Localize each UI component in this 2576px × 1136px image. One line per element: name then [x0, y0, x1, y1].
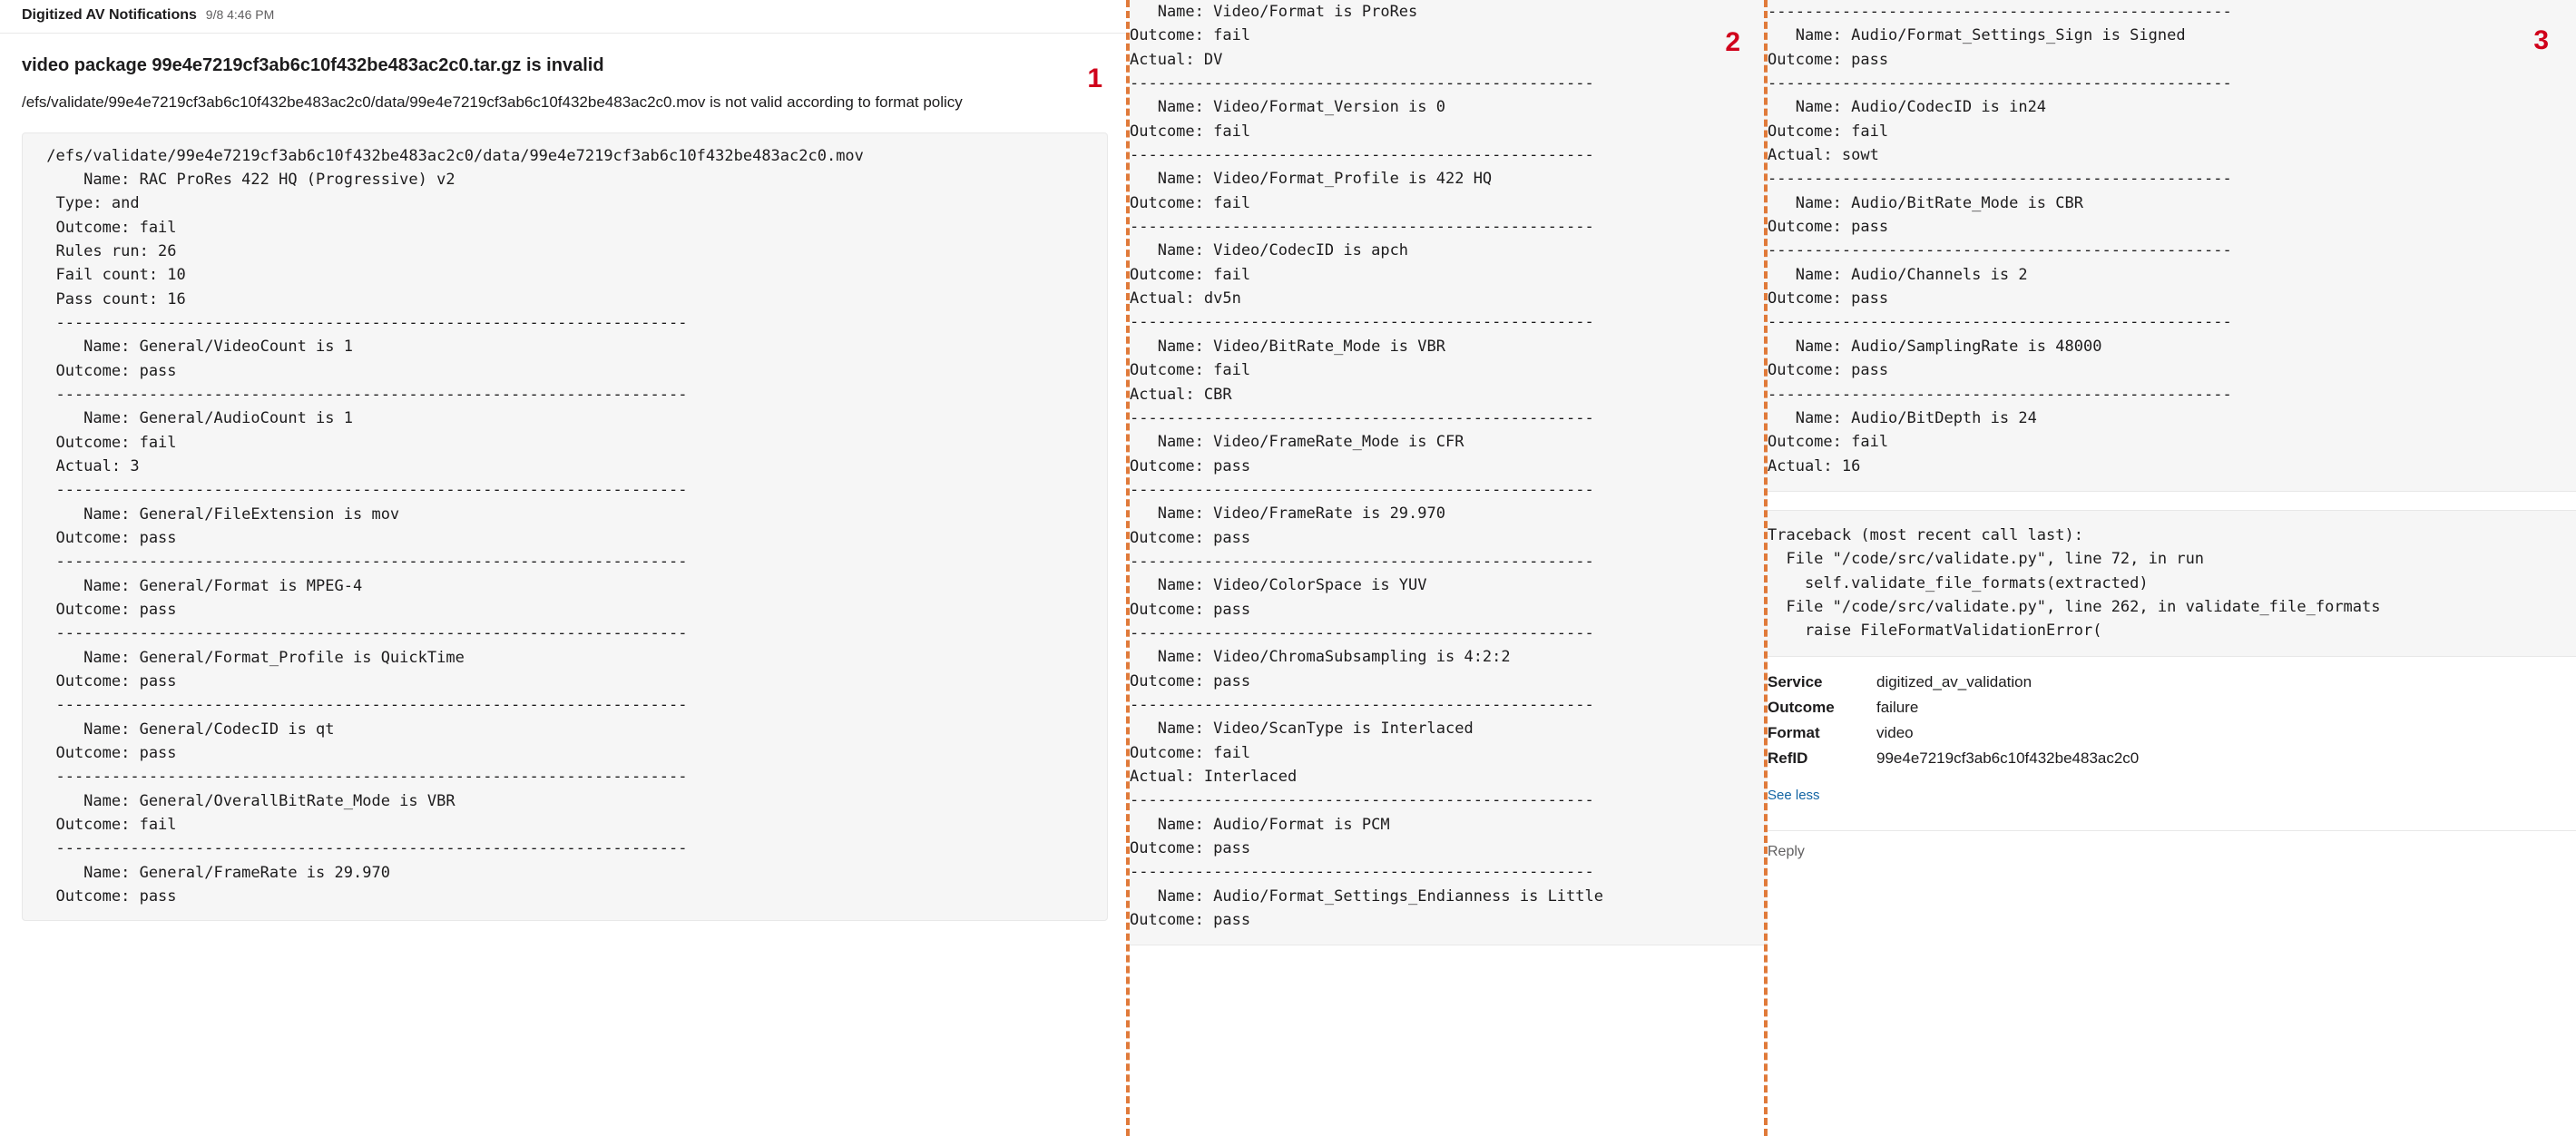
- message-timestamp: 9/8 4:46 PM: [206, 7, 275, 22]
- meta-key-service: Service: [1768, 673, 1876, 691]
- message-title: video package 99e4e7219cf3ab6c10f432be48…: [22, 55, 604, 75]
- message-header: Digitized AV Notifications 9/8 4:46 PM: [0, 0, 1130, 34]
- validation-output-2: Name: Video/Format is ProRes Outcome: fa…: [1130, 0, 1768, 945]
- traceback-output: Traceback (most recent call last): File …: [1768, 510, 2576, 657]
- meta-val-format: video: [1876, 724, 1914, 742]
- meta-key-refid: RefID: [1768, 749, 1876, 768]
- message-subtitle: /efs/validate/99e4e7219cf3ab6c10f432be48…: [0, 85, 1130, 125]
- metadata-table: Service digitized_av_validation Outcome …: [1768, 670, 2576, 771]
- meta-row-refid: RefID 99e4e7219cf3ab6c10f432be483ac2c0: [1768, 746, 2576, 771]
- meta-row-format: Format video: [1768, 720, 2576, 746]
- meta-row-outcome: Outcome failure: [1768, 695, 2576, 720]
- meta-key-format: Format: [1768, 724, 1876, 742]
- title-row: video package 99e4e7219cf3ab6c10f432be48…: [0, 34, 1130, 85]
- panel-1: 1 Digitized AV Notifications 9/8 4:46 PM…: [0, 0, 1130, 1136]
- panel-number-3: 3: [2533, 25, 2549, 56]
- panel-number-1: 1: [1087, 64, 1102, 94]
- sender-name: Digitized AV Notifications: [22, 7, 197, 23]
- main-container: 1 Digitized AV Notifications 9/8 4:46 PM…: [0, 0, 2576, 1136]
- meta-val-outcome: failure: [1876, 699, 1918, 717]
- panel-2: 2 Name: Video/Format is ProRes Outcome: …: [1130, 0, 1768, 1136]
- meta-key-outcome: Outcome: [1768, 699, 1876, 717]
- meta-row-service: Service digitized_av_validation: [1768, 670, 2576, 695]
- reply-bar[interactable]: Reply: [1768, 830, 2576, 860]
- meta-val-service: digitized_av_validation: [1876, 673, 2032, 691]
- panel-3: 3 --------------------------------------…: [1768, 0, 2576, 1136]
- validation-output-1: /efs/validate/99e4e7219cf3ab6c10f432be48…: [22, 132, 1108, 921]
- see-less-link[interactable]: See less: [1768, 788, 2576, 803]
- validation-output-3: ----------------------------------------…: [1768, 0, 2576, 492]
- panel-divider-1: [1126, 0, 1130, 1136]
- meta-val-refid: 99e4e7219cf3ab6c10f432be483ac2c0: [1876, 749, 2139, 768]
- panel-divider-2: [1764, 0, 1768, 1136]
- panel-number-2: 2: [1725, 27, 1740, 58]
